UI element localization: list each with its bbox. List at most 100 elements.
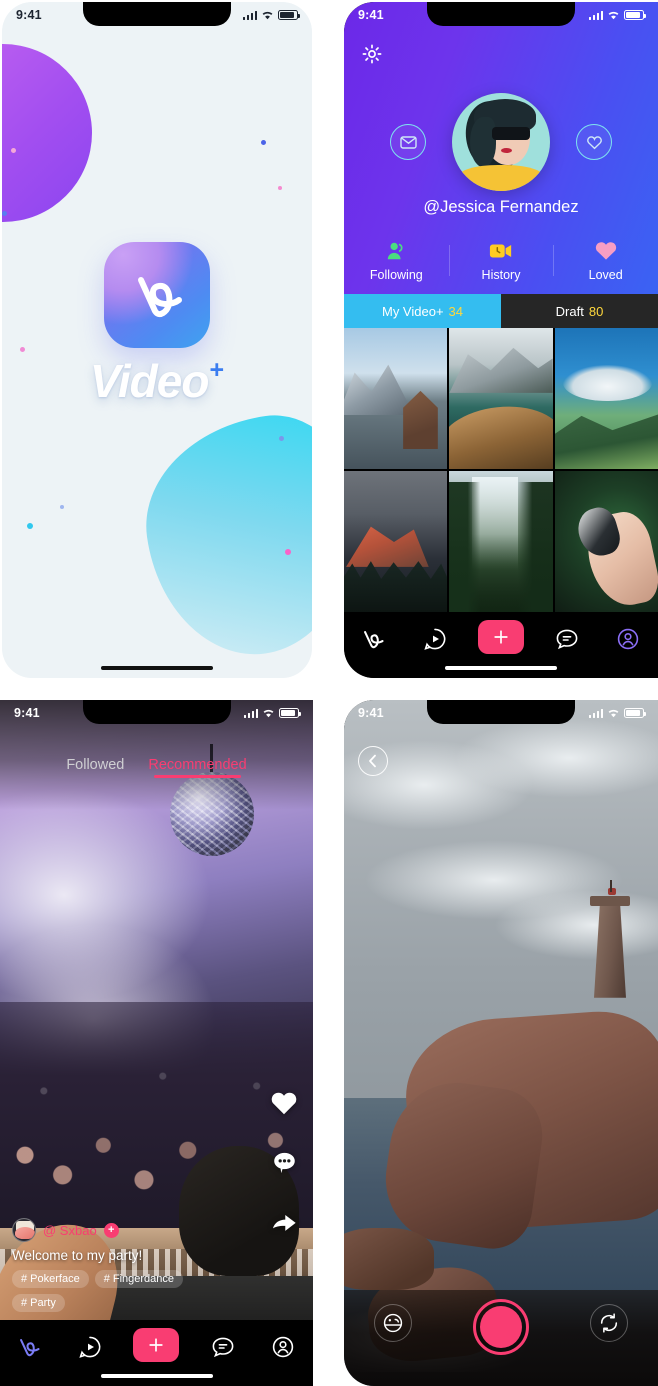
nav-create-button[interactable]: [133, 1328, 180, 1362]
tab-draft[interactable]: Draft 80: [501, 294, 658, 328]
vine-home-icon: [20, 1339, 40, 1357]
profile-tab-bar: My Video+ 34 Draft 80: [344, 294, 658, 328]
cyan-blob-decoration: [132, 405, 312, 668]
coastal-rock: [344, 1227, 434, 1290]
loved-heart-icon: [553, 239, 658, 263]
home-indicator[interactable]: [100, 1374, 213, 1378]
battery-icon: [278, 10, 300, 20]
like-button[interactable]: [269, 1088, 299, 1118]
profile-screen-panel: @Jessica Fernandez Following History Lov…: [344, 2, 658, 678]
camera-screen-panel: 9:41: [344, 700, 658, 1386]
loved-heart-glyph: [595, 242, 616, 260]
nav-messages-button[interactable]: [550, 622, 584, 656]
stat-label: Following: [369, 267, 423, 282]
hashtag-list: # Pokerface # Fingerdance # Party: [12, 1270, 231, 1312]
nav-profile-button[interactable]: [611, 622, 645, 656]
lighthouse-gallery: [590, 895, 630, 906]
notch: [82, 700, 231, 724]
avatar-hair-side: [470, 117, 496, 167]
effects-button[interactable]: [374, 1304, 413, 1342]
hashtag[interactable]: # Pokerface: [12, 1270, 89, 1288]
splash-screen: Video + 9:41: [2, 2, 312, 678]
grid-item[interactable]: [554, 471, 658, 612]
nav-messages-button[interactable]: [206, 1330, 240, 1364]
history-video-glyph: [489, 244, 512, 257]
profile-stats: Following History Loved: [344, 230, 658, 290]
record-button-icon: [479, 1306, 522, 1348]
tab-label: My Video+: [381, 303, 444, 319]
dot-decoration: [285, 549, 291, 555]
flip-camera-button[interactable]: [589, 1304, 628, 1342]
dot-decoration: [27, 523, 33, 529]
stat-history[interactable]: History: [448, 239, 554, 282]
splash-screen-panel: Video + 9:41: [2, 2, 312, 678]
grid-item[interactable]: [344, 471, 448, 612]
favorite-button[interactable]: [576, 124, 612, 160]
heart-icon: [271, 1092, 297, 1115]
follow-button[interactable]: +: [103, 1222, 119, 1238]
following-person-icon: [344, 239, 449, 263]
profile-person-icon: [272, 1336, 294, 1358]
feed-tab-bar: Followed Recommended: [0, 752, 313, 782]
nav-home-button[interactable]: [13, 1330, 47, 1364]
home-indicator[interactable]: [445, 666, 557, 670]
profile-person-icon: [617, 628, 638, 650]
tab-count: 80: [588, 303, 604, 319]
author-avatar[interactable]: [12, 1218, 36, 1242]
tab-my-video[interactable]: My Video+ 34: [344, 294, 501, 328]
nav-discover-button[interactable]: [418, 622, 452, 656]
screenshot-canvas: Video + 9:41 @Jessica Fernandez Followin…: [0, 0, 658, 1386]
grid-item[interactable]: [449, 471, 553, 612]
tab-recommended[interactable]: Recommended: [148, 757, 247, 778]
status-time: 9:41: [16, 8, 42, 22]
grid-item[interactable]: [554, 328, 658, 469]
feed-caption-block: @ Sxbao + Welcome to my party! # Pokerfa…: [0, 1218, 243, 1312]
post-caption: Welcome to my party!: [12, 1248, 143, 1263]
feed-screen: Followed Recommended @ Sxbao + Welcome t…: [0, 700, 313, 1386]
brand-plus: +: [209, 356, 225, 384]
camera-screen: 9:41: [344, 700, 658, 1386]
profile-identity-row: [344, 90, 658, 194]
nav-home-button[interactable]: [357, 622, 391, 656]
share-button[interactable]: [269, 1208, 299, 1238]
dot-decoration: [20, 347, 25, 352]
tab-followed[interactable]: Followed: [66, 757, 124, 778]
dot-decoration: [2, 211, 7, 216]
hashtag[interactable]: # Party: [12, 1294, 65, 1312]
message-button[interactable]: [390, 124, 426, 160]
feed-action-rail: [269, 1088, 299, 1238]
author-username[interactable]: @ Sxbao: [43, 1223, 97, 1238]
nav-discover-button[interactable]: [73, 1330, 107, 1364]
settings-button[interactable]: [360, 42, 384, 66]
back-button[interactable]: [358, 746, 388, 776]
grid-item[interactable]: [449, 328, 553, 469]
following-person-glyph: [388, 242, 403, 259]
chevron-left-icon: [369, 754, 376, 768]
comment-bubble-icon: [273, 1152, 295, 1174]
cellular-signal-icon: [242, 10, 257, 20]
comment-button[interactable]: [269, 1148, 299, 1178]
app-icon: [104, 242, 210, 348]
feed-screen-panel: Followed Recommended @ Sxbao + Welcome t…: [0, 700, 313, 1386]
home-indicator[interactable]: [101, 666, 213, 670]
avatar-sunglasses: [492, 127, 530, 140]
purple-blob-decoration: [2, 44, 92, 222]
avatar-lips: [501, 148, 512, 153]
gear-icon: [362, 44, 382, 64]
nav-profile-button[interactable]: [266, 1330, 300, 1364]
dot-decoration: [261, 140, 266, 145]
flip-camera-icon: [600, 1313, 617, 1333]
brand-name: Video: [89, 355, 210, 407]
grid-item[interactable]: [344, 328, 448, 469]
record-button[interactable]: [472, 1299, 529, 1355]
avatar[interactable]: [452, 93, 550, 191]
hashtag[interactable]: # Fingerdance: [94, 1270, 184, 1288]
stat-following[interactable]: Following: [344, 239, 449, 282]
nav-create-button[interactable]: [477, 620, 524, 654]
tab-count: 34: [448, 303, 463, 319]
profile-screen: @Jessica Fernandez Following History Lov…: [344, 2, 658, 678]
chat-bubble-icon: [556, 629, 578, 650]
stat-loved[interactable]: Loved: [553, 239, 658, 282]
grid-thumbnail: [554, 471, 658, 612]
camera-viewfinder[interactable]: [344, 700, 658, 1386]
